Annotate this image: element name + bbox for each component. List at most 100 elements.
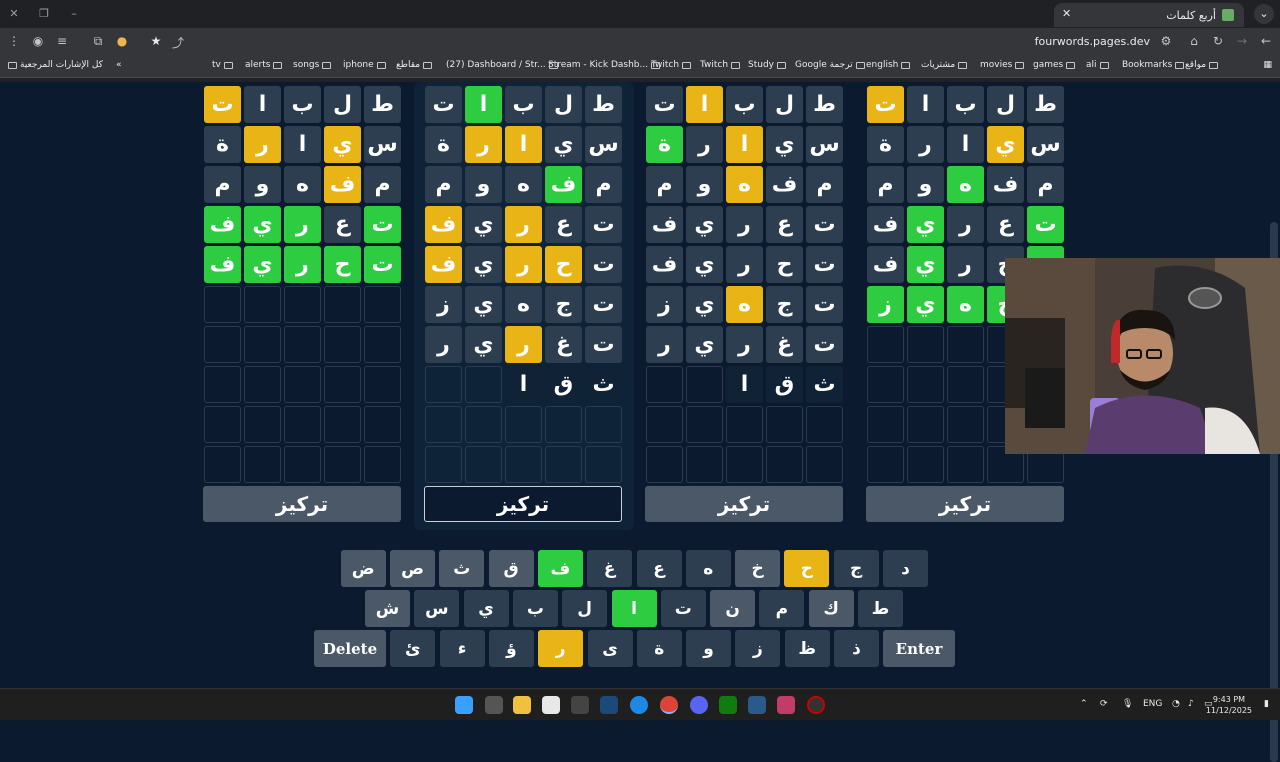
bookmark-item[interactable]: Twitch <box>700 60 741 70</box>
calendar-app-icon[interactable] <box>542 696 560 714</box>
key[interactable]: ز <box>735 630 781 667</box>
bookmark-item[interactable]: Stream - Kick Dashb... <box>548 60 661 70</box>
all-bookmarks[interactable]: كل الإشارات المرجعية <box>8 60 103 70</box>
steam-icon[interactable] <box>600 696 618 714</box>
bookmark-item[interactable]: movies <box>980 60 1025 70</box>
key[interactable]: ء <box>439 630 485 667</box>
notification-icon[interactable]: ▮ <box>1264 699 1269 709</box>
key[interactable]: ش <box>365 590 410 627</box>
key[interactable]: و <box>686 630 732 667</box>
focus-button[interactable]: تركيز <box>866 486 1064 522</box>
recorder-icon[interactable] <box>777 696 795 714</box>
chrome-icon[interactable] <box>660 696 678 714</box>
network-tray-icon[interactable]: ⟳ <box>1100 699 1108 709</box>
app-icon[interactable] <box>748 696 766 714</box>
windows-start-icon[interactable] <box>455 696 473 714</box>
key[interactable]: ل <box>562 590 608 627</box>
focus-button[interactable]: تركيز <box>203 486 401 522</box>
key[interactable]: ة <box>636 630 682 667</box>
key[interactable]: غ <box>587 550 633 587</box>
discord-icon[interactable] <box>690 696 708 714</box>
key[interactable]: ه <box>685 550 731 587</box>
terminal-app-icon[interactable] <box>571 696 589 714</box>
site-settings-icon[interactable]: ⚙ <box>1158 34 1174 48</box>
key[interactable]: ا <box>611 590 657 627</box>
key[interactable]: ف <box>537 550 583 587</box>
focus-button[interactable]: تركيز <box>645 486 843 522</box>
bookmark-item[interactable]: Study <box>748 60 786 70</box>
key[interactable]: ع <box>636 550 682 587</box>
key[interactable]: خ <box>735 550 781 587</box>
close-window-icon[interactable]: ✕ <box>6 6 22 22</box>
forward-icon[interactable]: → <box>1234 34 1250 48</box>
task-view-icon[interactable] <box>485 696 503 714</box>
key[interactable]: ح <box>784 550 830 587</box>
tab-search-icon[interactable]: ⌄ <box>1254 4 1274 24</box>
wifi-icon[interactable]: ◔ <box>1172 699 1180 709</box>
url-text[interactable]: fourwords.pages.dev <box>1035 35 1150 48</box>
key[interactable]: ؤ <box>488 630 534 667</box>
profile-icon[interactable]: ◉ <box>30 34 46 48</box>
clock[interactable]: 9:43 PM 11/12/2025 <box>1206 694 1252 716</box>
xbox-icon[interactable] <box>719 696 737 714</box>
obs-icon[interactable] <box>807 696 825 714</box>
extension-icon[interactable]: ● <box>114 34 130 48</box>
bookmark-item[interactable]: مواقع <box>1185 60 1219 70</box>
edge-icon[interactable] <box>630 696 648 714</box>
key[interactable]: س <box>414 590 460 627</box>
key[interactable]: ط <box>858 590 903 627</box>
close-tab-icon[interactable]: ✕ <box>1062 7 1071 20</box>
key[interactable]: ب <box>512 590 558 627</box>
key[interactable]: ي <box>463 590 509 627</box>
bookmark-item[interactable]: مقاطع <box>396 60 433 70</box>
key[interactable]: ق <box>488 550 534 587</box>
tray-overflow-icon[interactable]: ⌃ <box>1080 699 1088 709</box>
bookmark-star-icon[interactable]: ★ <box>148 34 164 48</box>
bookmark-item[interactable]: Bookmarks <box>1122 60 1185 70</box>
key[interactable]: ج <box>833 550 879 587</box>
microphone-icon[interactable]: 🎙 <box>1122 699 1133 709</box>
bookmark-item[interactable]: tv <box>212 60 233 70</box>
file-explorer-icon[interactable] <box>513 696 531 714</box>
share-icon[interactable]: ⤴ <box>170 34 186 51</box>
key[interactable]: ظ <box>784 630 830 667</box>
bookmark-item[interactable]: iphone <box>343 60 386 70</box>
key[interactable]: د <box>883 550 928 587</box>
restore-window-icon[interactable]: ❐ <box>36 6 52 22</box>
enter-key[interactable]: Enter <box>883 630 955 667</box>
key[interactable]: ذ <box>834 630 879 667</box>
bookmark-item[interactable]: songs <box>293 60 332 70</box>
key[interactable]: ئ <box>390 630 436 667</box>
apps-grid-icon[interactable]: ▦ <box>1263 60 1272 70</box>
home-icon[interactable]: ⌂ <box>1186 34 1202 48</box>
reading-list-icon[interactable]: ≡ <box>54 34 70 48</box>
key[interactable]: ث <box>439 550 485 587</box>
key[interactable]: ن <box>710 590 756 627</box>
language-indicator[interactable]: ENG <box>1143 699 1162 709</box>
focus-button[interactable]: تركيز <box>424 486 622 522</box>
bookmark-item[interactable]: games <box>1033 60 1076 70</box>
menu-icon[interactable]: ⋮ <box>6 34 22 48</box>
key[interactable]: ك <box>808 590 854 627</box>
bookmark-item[interactable]: english <box>866 60 911 70</box>
bookmarks-overflow-icon[interactable]: « <box>116 60 122 70</box>
key[interactable]: م <box>759 590 805 627</box>
key[interactable]: ص <box>390 550 435 587</box>
volume-icon[interactable]: ♪ <box>1188 699 1194 709</box>
key[interactable]: ر <box>538 630 584 667</box>
bookmark-item[interactable]: مشتريات <box>921 60 968 70</box>
bookmark-item[interactable]: Google ترجمة <box>795 60 865 70</box>
board-cell: ي <box>907 246 944 283</box>
key[interactable]: ض <box>340 550 386 587</box>
reload-icon[interactable]: ↻ <box>1210 34 1226 48</box>
minimize-window-icon[interactable]: – <box>66 6 82 22</box>
extensions-icon[interactable]: ⧉ <box>90 34 106 49</box>
bookmark-item[interactable]: ali <box>1086 60 1109 70</box>
bookmark-item[interactable]: alerts <box>245 60 283 70</box>
key[interactable]: ت <box>660 590 706 627</box>
delete-key[interactable]: Delete <box>314 630 386 667</box>
key[interactable]: ى <box>587 630 633 667</box>
bookmark-item[interactable]: (27) Dashboard / Str... <box>446 60 558 70</box>
active-tab[interactable]: ✕ أربع كلمات <box>1054 3 1244 27</box>
back-icon[interactable]: ← <box>1258 34 1274 48</box>
